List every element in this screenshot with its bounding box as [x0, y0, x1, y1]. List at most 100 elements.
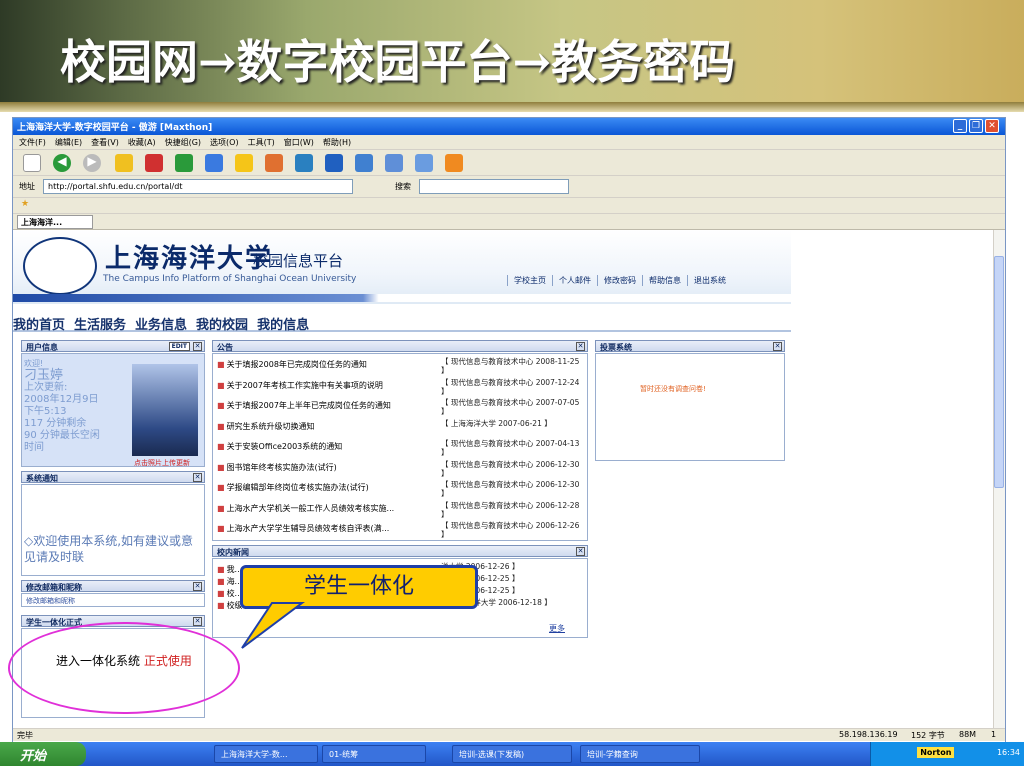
menu-options[interactable]: 选项(O)	[210, 138, 239, 147]
menu-groups[interactable]: 快捷组(G)	[165, 138, 201, 147]
top-links: 学校主页 个人邮件 修改密码 帮助信息 退出系统	[507, 275, 732, 286]
news-title: 校内新闻	[217, 548, 249, 557]
tab-portal[interactable]: 上海海洋...	[17, 215, 93, 229]
close-icon[interactable]: ✕	[193, 582, 202, 591]
search-label: 搜索	[395, 182, 411, 191]
max-idle: 90 分钟最长空闲	[24, 430, 100, 441]
task-portal[interactable]: 上海海洋大学-数...	[214, 745, 318, 763]
notice-item-title[interactable]: 关于2007年考核工作实施中有关事项的说明	[227, 381, 383, 390]
window-titlebar[interactable]: 上海海洋大学-数字校园平台 - 傲游 [Maxthon] _ ❐ ✕	[13, 118, 1005, 135]
close-icon[interactable]: ✕	[576, 547, 585, 556]
minimize-button[interactable]: _	[953, 119, 967, 133]
highlight-ellipse	[8, 622, 240, 714]
start-button[interactable]: 开始	[0, 742, 86, 766]
bullet-icon: ■	[217, 442, 225, 451]
nav-home[interactable]: 我的首页	[13, 318, 65, 333]
notice-row[interactable]: ■ 上海水产大学学生辅导员绩效考核自评表(满...	[217, 523, 389, 534]
rss-icon[interactable]	[445, 154, 463, 172]
tab-label: 上海海洋...	[21, 218, 63, 227]
notice-row[interactable]: ■ 关于安装Office2003系统的通知	[217, 441, 342, 452]
notice-row[interactable]: ■ 研究生系统升级切换通知	[217, 421, 315, 432]
link-logout[interactable]: 退出系统	[687, 275, 732, 286]
refresh-icon[interactable]	[175, 154, 193, 172]
menu-tools[interactable]: 工具(T)	[248, 138, 275, 147]
notice-item-title[interactable]: 关于填报2007年上半年已完成岗位任务的通知	[227, 401, 391, 410]
maximize-button[interactable]: ❐	[969, 119, 983, 133]
bullet-icon: ■	[217, 577, 225, 586]
link-school-home[interactable]: 学校主页	[507, 275, 552, 286]
news-more-link[interactable]: 更多	[549, 623, 565, 634]
notice-row[interactable]: ■ 关于填报2007年上半年已完成岗位任务的通知	[217, 400, 391, 411]
favorites-icon[interactable]	[205, 154, 223, 172]
task-status[interactable]: 培训-学籍查询	[580, 745, 700, 763]
undo-icon[interactable]	[325, 154, 343, 172]
link-mail[interactable]: 个人邮件	[552, 275, 597, 286]
close-icon[interactable]: ✕	[193, 617, 202, 626]
upload-photo-link[interactable]: 点击照片上传更新	[134, 458, 190, 468]
fav-star-icon[interactable]: ★	[21, 199, 29, 209]
nav-life[interactable]: 生活服务	[74, 318, 126, 333]
news-row[interactable]: ■ 海...	[217, 576, 242, 587]
close-icon[interactable]: ✕	[193, 473, 202, 482]
menu-favorites[interactable]: 收藏(A)	[128, 138, 156, 147]
notice-item-title[interactable]: 图书馆年终考核实施办法(试行)	[227, 463, 337, 472]
star-icon[interactable]	[235, 154, 253, 172]
address-url: http://portal.shfu.edu.cn/portal/dt	[48, 182, 183, 191]
tools-icon[interactable]	[415, 154, 433, 172]
notice-row[interactable]: ■ 学报编辑部年终岗位考核实施办法(试行)	[217, 482, 369, 493]
header-wave	[13, 294, 791, 302]
notice-item-title[interactable]: 关于填报2008年已完成岗位任务的通知	[227, 360, 367, 369]
user-photo[interactable]	[132, 364, 198, 456]
stop-icon[interactable]	[145, 154, 163, 172]
menu-view[interactable]: 查看(V)	[91, 138, 119, 147]
home-icon[interactable]	[115, 154, 133, 172]
bullet-icon: ■	[217, 360, 225, 369]
layout-icon[interactable]	[355, 154, 373, 172]
notice-item-title[interactable]: 学报编辑部年终岗位考核实施办法(试行)	[227, 483, 369, 492]
address-input[interactable]: http://portal.shfu.edu.cn/portal/dt	[43, 179, 353, 194]
notice-row[interactable]: ■ 图书馆年终考核实施办法(试行)	[217, 462, 337, 473]
search-input[interactable]	[419, 179, 569, 194]
sidebar-icon[interactable]	[385, 154, 403, 172]
nav-business[interactable]: 业务信息	[135, 318, 187, 333]
window-icon[interactable]	[295, 154, 313, 172]
groups-icon[interactable]	[265, 154, 283, 172]
nav-myinfo[interactable]: 我的信息	[257, 318, 309, 333]
forward-icon[interactable]: ▶	[83, 154, 101, 172]
menu-file[interactable]: 文件(F)	[19, 138, 46, 147]
task-tongchou[interactable]: 01-统筹	[322, 745, 426, 763]
norton-badge[interactable]: Norton	[917, 747, 955, 758]
menu-window[interactable]: 窗口(W)	[284, 138, 314, 147]
edit-button[interactable]: EDIT	[168, 342, 190, 351]
menu-help[interactable]: 帮助(H)	[323, 138, 351, 147]
close-icon[interactable]: ✕	[773, 342, 782, 351]
mailbox-link[interactable]: 修改邮箱和昵称	[26, 596, 75, 606]
link-help[interactable]: 帮助信息	[642, 275, 687, 286]
close-icon[interactable]: ✕	[576, 342, 585, 351]
close-button[interactable]: ✕	[985, 119, 999, 133]
link-change-password[interactable]: 修改密码	[597, 275, 642, 286]
notice-item-source: 【 现代信息与教育技术中心 2007-04-13 】	[441, 439, 580, 457]
menu-edit[interactable]: 编辑(E)	[55, 138, 82, 147]
status-bytes: 152 字节	[911, 731, 945, 740]
close-icon[interactable]: ✕	[193, 342, 202, 351]
status-text: 完毕	[17, 731, 33, 740]
back-icon[interactable]: ◀	[53, 154, 71, 172]
task-course[interactable]: 培训-选课(下发稿)	[452, 745, 572, 763]
notice-item-title[interactable]: 研究生系统升级切换通知	[227, 422, 315, 431]
platform-title: 校园信息平台	[253, 252, 344, 270]
new-page-icon[interactable]	[23, 154, 41, 172]
scroll-thumb[interactable]	[994, 256, 1004, 488]
bullet-icon: ■	[217, 589, 225, 598]
news-row[interactable]: ■ 校...	[217, 588, 242, 599]
notice-item-title[interactable]: 关于安装Office2003系统的通知	[227, 442, 343, 451]
notice-item-title[interactable]: 上海水产大学学生辅导员绩效考核自评表(满...	[227, 524, 390, 533]
news-row[interactable]: ■ 我...	[217, 564, 242, 575]
notice-item-source: 【 上海海洋大学 2007-06-21 】	[441, 418, 552, 428]
user-name: 刁玉婷	[24, 368, 64, 383]
notice-item-title[interactable]: 上海水产大学机关一般工作人员绩效考核实施...	[227, 504, 395, 513]
notice-row[interactable]: ■ 关于2007年考核工作实施中有关事项的说明	[217, 380, 383, 391]
nav-campus[interactable]: 我的校园	[196, 318, 248, 333]
notice-row[interactable]: ■ 关于填报2008年已完成岗位任务的通知	[217, 359, 367, 370]
notice-row[interactable]: ■ 上海水产大学机关一般工作人员绩效考核实施...	[217, 503, 394, 514]
